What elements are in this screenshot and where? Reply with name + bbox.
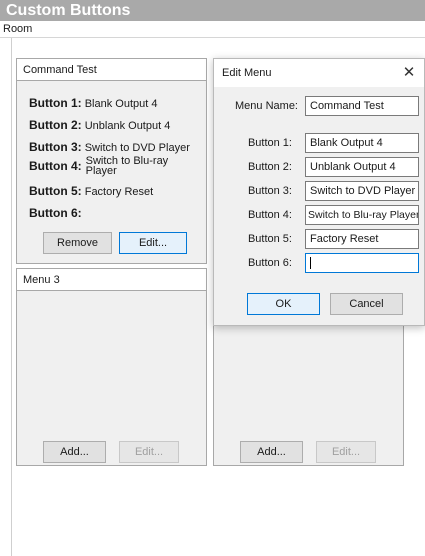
field-2-label: Button 2: — [247, 161, 292, 173]
left-divider — [11, 38, 12, 556]
command-test-panel: Command Test Button 1: Blank Output 4 Bu… — [16, 58, 207, 264]
button-1-label: Button 1: — [29, 96, 82, 110]
menu-3-add-button[interactable]: Add... — [43, 441, 106, 463]
field-4-label: Button 4: — [247, 209, 292, 221]
button-1-value: Blank Output 4 — [84, 98, 158, 110]
cancel-button[interactable]: Cancel — [330, 293, 403, 315]
edit-menu-dialog: Edit Menu ✕ Menu Name: Command Test Butt… — [213, 58, 425, 326]
button-5-input[interactable]: Factory Reset — [305, 229, 419, 249]
button-1-row: Button 1: Blank Output 4 — [29, 96, 158, 110]
menu-name-label: Menu Name: — [235, 100, 298, 112]
right-panel-edit-button[interactable]: Edit... — [316, 441, 376, 463]
button-3-input[interactable]: Switch to DVD Player — [305, 181, 419, 201]
ok-button[interactable]: OK — [247, 293, 320, 315]
button-2-label: Button 2: — [29, 118, 82, 132]
button-4-label: Button 4: — [29, 159, 82, 173]
field-1-label: Button 1: — [247, 137, 292, 149]
button-6-input[interactable] — [305, 253, 419, 273]
button-6-row: Button 6: — [29, 206, 82, 220]
remove-button[interactable]: Remove — [43, 232, 112, 254]
button-6-label: Button 6: — [29, 206, 82, 220]
close-icon[interactable]: ✕ — [400, 63, 418, 83]
menu-3-edit-button[interactable]: Edit... — [119, 441, 179, 463]
command-test-panel-title: Command Test — [17, 59, 206, 81]
field-6-label: Button 6: — [247, 257, 292, 269]
button-3-label: Button 3: — [29, 140, 82, 154]
button-2-value: Unblank Output 4 — [84, 120, 171, 132]
button-4-input[interactable]: Switch to Blu-ray Player — [305, 205, 419, 225]
button-1-input[interactable]: Blank Output 4 — [305, 133, 419, 153]
field-3-label: Button 3: — [247, 185, 292, 197]
menu-name-input[interactable]: Command Test — [305, 96, 419, 116]
button-2-row: Button 2: Unblank Output 4 — [29, 118, 170, 132]
button-3-row: Button 3: Switch to DVD Player — [29, 140, 190, 154]
text-caret — [310, 257, 311, 270]
button-2-input[interactable]: Unblank Output 4 — [305, 157, 419, 177]
window-title: Custom Buttons — [0, 0, 425, 21]
button-4-value: Switch to Blu-ray Player — [85, 156, 169, 177]
button-5-label: Button 5: — [29, 184, 82, 198]
button-3-value: Switch to DVD Player — [84, 142, 190, 154]
room-label[interactable]: Room — [0, 21, 425, 38]
button-4-row: Button 4: Switch to Blu-ray Player — [29, 156, 169, 177]
right-panel-add-button[interactable]: Add... — [240, 441, 303, 463]
field-5-label: Button 5: — [247, 233, 292, 245]
dialog-title: Edit Menu — [214, 59, 424, 87]
button-5-value: Factory Reset — [84, 186, 154, 198]
menu-3-panel: Menu 3 Add... Edit... — [16, 268, 207, 466]
edit-button[interactable]: Edit... — [119, 232, 187, 254]
button-4-value-line-2: Player — [85, 165, 117, 177]
button-5-row: Button 5: Factory Reset — [29, 184, 153, 198]
menu-3-panel-title: Menu 3 — [17, 269, 206, 291]
